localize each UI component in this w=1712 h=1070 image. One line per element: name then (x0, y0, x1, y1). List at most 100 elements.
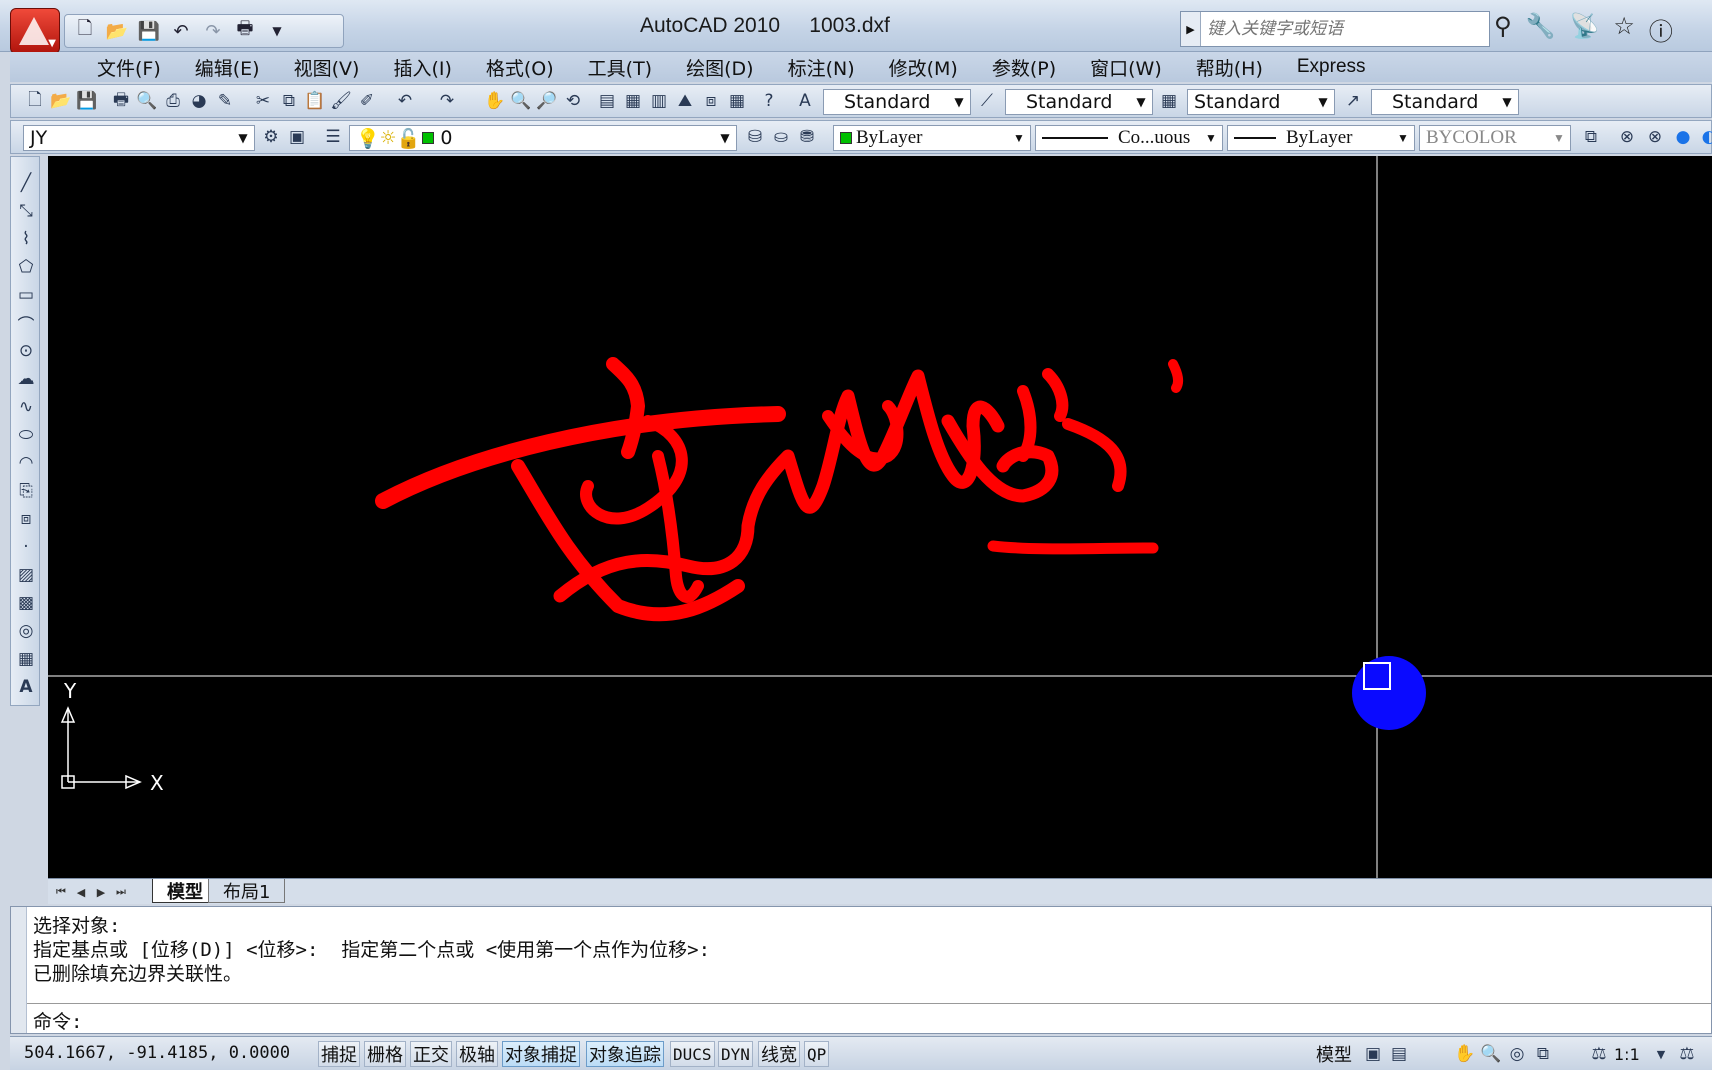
snap-toggle[interactable]: 捕捉 (318, 1041, 360, 1067)
table-style-select[interactable]: Standard ▼ (1187, 89, 1335, 115)
cut-icon[interactable]: ✂ (251, 89, 275, 113)
arc-icon[interactable]: ⌒ (14, 311, 38, 336)
linetype-select[interactable]: Co...uous ▼ (1035, 125, 1223, 151)
zoom-previous-icon[interactable]: ⟲ (561, 89, 585, 113)
tab-layout1[interactable]: 布局1 (208, 879, 286, 903)
menu-help[interactable]: 帮助(H) (1179, 54, 1280, 81)
save-icon[interactable]: 💾 (75, 89, 99, 113)
design-center-icon[interactable]: ▦ (621, 89, 645, 113)
publish-icon[interactable]: ⎙ (161, 89, 185, 113)
realistic-style-icon[interactable]: ● (1671, 125, 1695, 149)
model-space-button[interactable]: 模型 (1314, 1041, 1354, 1067)
hidden-style-icon[interactable]: ⊗ (1643, 125, 1667, 149)
plot-icon[interactable]: 🖶 (231, 18, 259, 44)
plot-style-select[interactable]: BYCOLOR ▼ (1419, 125, 1571, 151)
communication-center-icon[interactable]: 📡 (1569, 12, 1599, 47)
layer-state-icon[interactable]: ⛃ (795, 125, 819, 149)
workspace-settings-icon[interactable]: ⚙ (259, 125, 283, 149)
spline-icon[interactable]: ∿ (14, 395, 38, 419)
ducs-toggle[interactable]: DUCS (670, 1041, 715, 1067)
revision-cloud-icon[interactable]: ☁ (14, 367, 38, 391)
dim-style-select[interactable]: Standard ▼ (1005, 89, 1153, 115)
zoom-realtime-icon[interactable]: 🔍 (509, 89, 533, 113)
binoculars-icon[interactable]: ⚲ (1494, 12, 1512, 47)
last-tab-icon[interactable]: ⏭ (112, 882, 130, 902)
open-icon[interactable]: 📂 (49, 89, 73, 113)
point-icon[interactable]: · (14, 535, 38, 559)
favorites-star-icon[interactable]: ☆ (1613, 12, 1635, 47)
menu-parametric[interactable]: 参数(P) (975, 54, 1073, 81)
new-icon[interactable]: 🗋 (23, 89, 47, 113)
chevron-down-icon[interactable]: ▼ (1650, 1043, 1672, 1065)
application-menu-button[interactable]: ▼ (10, 8, 60, 54)
qp-toggle[interactable]: QP (804, 1041, 830, 1067)
make-current-layer-icon[interactable]: ⛁ (743, 125, 767, 149)
match-properties-icon[interactable]: 🖌 (329, 89, 353, 113)
workspace-select[interactable]: JY ▼ (23, 125, 255, 151)
gradient-icon[interactable]: ▩ (14, 591, 38, 615)
color-select[interactable]: ByLayer ▼ (833, 125, 1031, 151)
line-icon[interactable]: ╱ (14, 171, 38, 195)
osnap-toggle[interactable]: 对象捕捉 (502, 1041, 580, 1067)
annotation-scale[interactable]: 1:1 (1612, 1041, 1642, 1067)
collapse-arrow-icon[interactable]: ▶ (1181, 12, 1201, 46)
rectangle-icon[interactable]: ▭ (14, 283, 38, 307)
sheet-set-icon[interactable]: ✎ (213, 89, 237, 113)
polygon-icon[interactable]: ⬠ (14, 255, 38, 279)
zoom-icon[interactable]: 🔍 (1480, 1043, 1502, 1065)
menu-edit[interactable]: 编辑(E) (178, 54, 277, 81)
menu-view[interactable]: 视图(V) (277, 54, 377, 81)
save-icon[interactable]: 💾 (135, 18, 163, 44)
plot-preview-icon[interactable]: 🔍 (135, 89, 159, 113)
lineweight-toggle[interactable]: 线宽 (758, 1041, 800, 1067)
circle-icon[interactable]: ⊙ (14, 339, 38, 363)
tool-palettes-icon[interactable]: ▥ (647, 89, 671, 113)
redo-icon[interactable]: ↷ (435, 89, 459, 113)
visual-style-icon[interactable]: ⊗ (1615, 125, 1639, 149)
steering-wheel-icon[interactable]: ◎ (1506, 1043, 1528, 1065)
showmotion-icon[interactable]: ⧉ (1532, 1043, 1554, 1065)
make-block-icon[interactable]: ⧈ (14, 507, 38, 531)
layer-select[interactable]: 💡 ☼ 🔓 0 ▼ (349, 125, 737, 151)
multiline-text-icon[interactable]: A (14, 675, 38, 699)
redo-icon[interactable]: ↷ (199, 18, 227, 44)
customize-qat-icon[interactable]: ▼ (263, 18, 291, 44)
drawing-canvas[interactable]: Y X (48, 156, 1712, 880)
grid-toggle[interactable]: 栅格 (364, 1041, 406, 1067)
quick-view-drawings-icon[interactable]: ▤ (1388, 1043, 1410, 1065)
previous-tab-icon[interactable]: ◀ (72, 882, 90, 902)
open-icon[interactable]: 📂 (103, 18, 131, 44)
pan-icon[interactable]: ✋ (1454, 1043, 1476, 1065)
annotation-visibility-icon[interactable]: ⚖ (1676, 1043, 1698, 1065)
dyn-toggle[interactable]: DYN (718, 1041, 753, 1067)
first-tab-icon[interactable]: ⏮ (52, 882, 70, 902)
menu-modify[interactable]: 修改(M) (872, 54, 975, 81)
copy-icon[interactable]: ⧉ (277, 89, 301, 113)
menu-insert[interactable]: 插入(I) (376, 54, 468, 81)
paste-icon[interactable]: 📋 (303, 89, 327, 113)
command-prompt[interactable]: 命令: (33, 1007, 82, 1034)
layer-properties-icon[interactable]: ☰ (321, 125, 345, 149)
pan-icon[interactable]: ✋ (483, 89, 507, 113)
next-tab-icon[interactable]: ▶ (92, 882, 110, 902)
undo-icon[interactable]: ↶ (167, 18, 195, 44)
sheet-set-manager-icon[interactable]: ⛰ (673, 89, 697, 113)
help-icon[interactable]: ? (757, 89, 781, 113)
menu-format[interactable]: 格式(O) (469, 54, 571, 81)
layer-previous-icon[interactable]: ⛀ (769, 125, 793, 149)
zoom-window-icon[interactable]: 🔎 (535, 89, 559, 113)
properties-icon[interactable]: ▤ (595, 89, 619, 113)
insert-block-icon[interactable]: ⎘ (14, 479, 38, 503)
multileader-style-select[interactable]: Standard ▼ (1371, 89, 1519, 115)
customize-icon[interactable]: ▣ (285, 125, 309, 149)
menu-express[interactable]: Express (1280, 56, 1383, 78)
signature-drawing[interactable] (375, 357, 1184, 622)
ortho-toggle[interactable]: 正交 (410, 1041, 452, 1067)
markup-icon[interactable]: ⧈ (699, 89, 723, 113)
search-input[interactable] (1201, 19, 1481, 39)
polar-toggle[interactable]: 极轴 (456, 1041, 498, 1067)
new-icon[interactable]: 🗋 (71, 18, 99, 44)
undo-icon[interactable]: ↶ (393, 89, 417, 113)
hatch-icon[interactable]: ▨ (14, 563, 38, 587)
plot-icon[interactable]: 🖶 (109, 89, 133, 113)
